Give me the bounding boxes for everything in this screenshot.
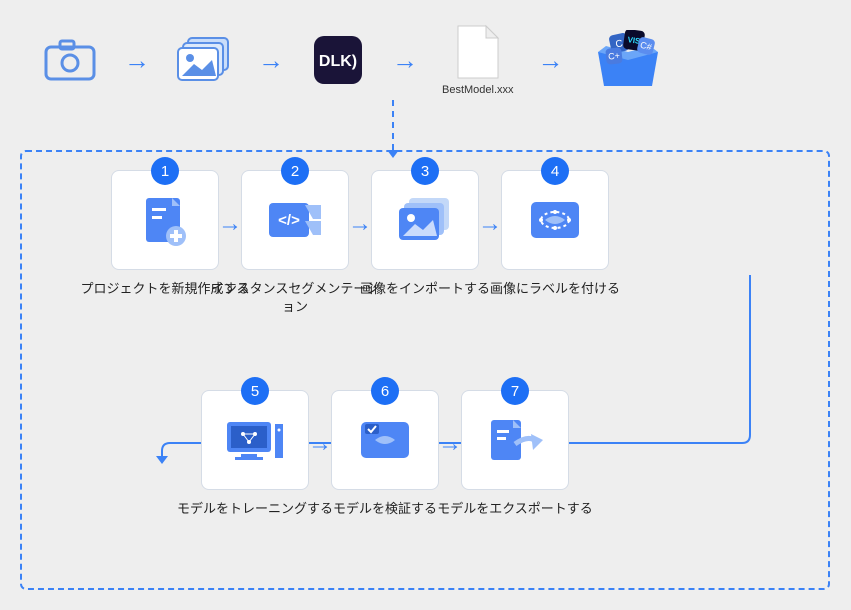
arrow-icon: → <box>538 45 564 76</box>
toolbox-icon: C VIS C# C+ <box>588 35 668 85</box>
train-icon <box>223 416 287 464</box>
arrow-icon: → <box>308 430 332 458</box>
validate-icon <box>357 418 413 462</box>
step-label: 画像にラベルを付ける <box>470 280 640 298</box>
step-number-badge: 4 <box>541 157 569 185</box>
export-icon <box>485 414 545 466</box>
segmentation-icon: </> <box>265 195 325 245</box>
images-stack-icon <box>174 35 234 85</box>
step-number-badge: 1 <box>151 157 179 185</box>
step-number-badge: 3 <box>411 157 439 185</box>
step-number-badge: 6 <box>371 377 399 405</box>
label-icon <box>527 198 583 242</box>
arrow-icon: → <box>258 45 284 76</box>
arrow-icon: → <box>478 210 502 238</box>
svg-text:C+: C+ <box>607 50 620 61</box>
step-label: モデルをエクスポートする <box>430 500 600 518</box>
svg-text:DLK): DLK) <box>319 53 357 70</box>
step-number-badge: 2 <box>281 157 309 185</box>
step-number-badge: 7 <box>501 377 529 405</box>
arrow-icon: → <box>392 45 418 76</box>
file-label: BestModel.xxx <box>442 84 514 96</box>
new-project-icon <box>140 192 190 248</box>
file-icon <box>454 24 502 80</box>
top-pipeline: → → DLK) → BestModel.xxx → C VIS <box>0 0 851 116</box>
model-file: BestModel.xxx <box>442 24 514 96</box>
arrow-icon: → <box>218 210 242 238</box>
arrow-icon: → <box>124 45 150 76</box>
svg-text:</>: </> <box>278 212 300 229</box>
arrow-icon: → <box>438 430 462 458</box>
dotted-down-arrow <box>392 100 394 150</box>
app-logo-icon: DLK) <box>308 35 368 85</box>
workflow-row-2: 5 モデルをトレーニングする → 6 <box>170 390 600 518</box>
camera-icon <box>40 35 100 85</box>
import-images-icon <box>397 196 453 244</box>
step-number-badge: 5 <box>241 377 269 405</box>
workflow-row-1: 1 プロジェクトを新規作成する → 2 </> インスタンスセグメンテーシ <box>80 170 640 316</box>
arrow-icon: → <box>348 210 372 238</box>
